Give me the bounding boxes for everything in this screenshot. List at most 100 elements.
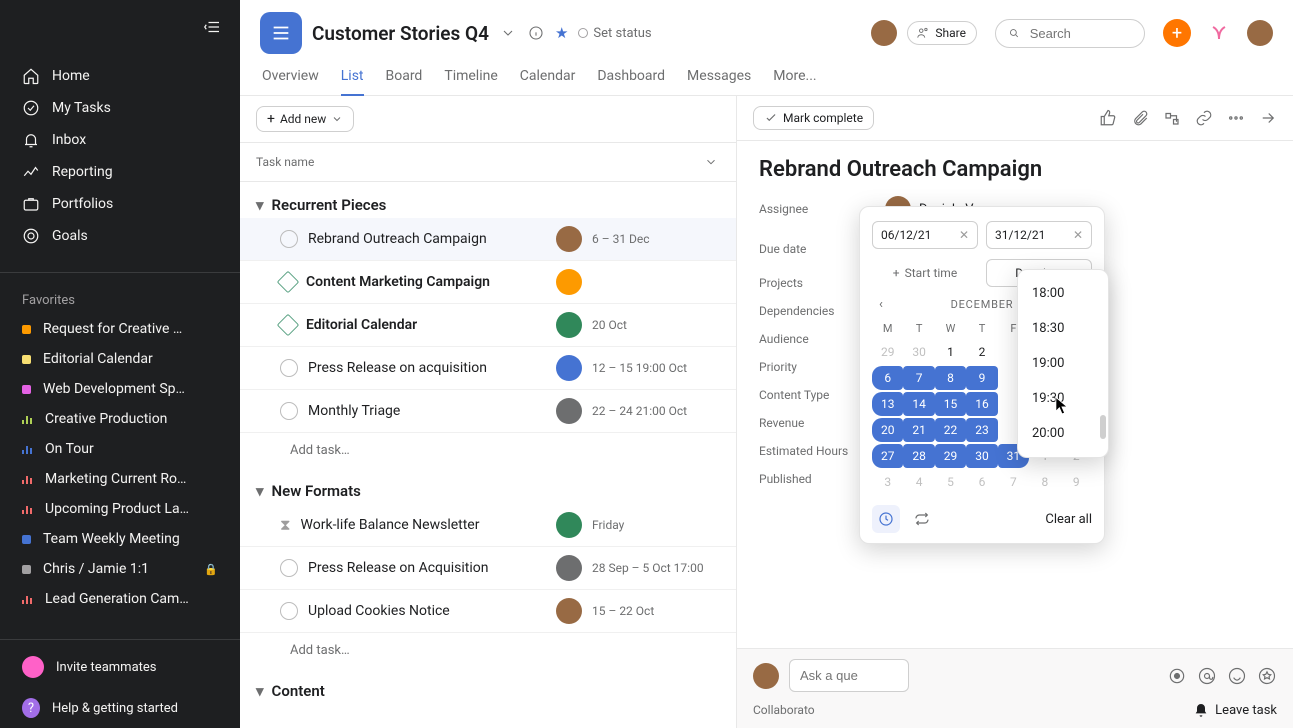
tab-list[interactable]: List [341,62,364,96]
complete-checkbox-icon[interactable] [280,402,298,420]
comment-input[interactable] [789,659,909,692]
start-date-input[interactable]: 06/12/21 ✕ [872,221,978,249]
add-task-row[interactable]: Add task… [240,633,736,668]
nav-reporting[interactable]: Reporting [0,156,240,188]
calendar-day[interactable]: 22 [935,417,966,443]
favorite-item[interactable]: Web Development Sp… [0,374,240,404]
member-avatar[interactable] [871,20,897,46]
time-option[interactable]: 19:00 [1018,346,1108,381]
tab-overview[interactable]: Overview [262,62,319,95]
more-icon[interactable] [1227,109,1245,127]
chevron-down-icon[interactable] [702,153,720,171]
help-getting-started[interactable]: ?Help & getting started [0,688,240,728]
milestone-icon[interactable] [277,314,300,337]
calendar-day[interactable]: 7 [903,365,934,391]
time-option[interactable]: 18:30 [1018,311,1108,346]
nav-inbox[interactable]: Inbox [0,124,240,156]
tab-dashboard[interactable]: Dashboard [597,62,665,95]
calendar-day[interactable]: 20 [872,417,903,443]
calendar-day[interactable]: 9 [966,365,997,391]
calendar-day[interactable]: 23 [966,417,997,443]
emoji-icon[interactable] [1227,666,1247,686]
calendar-day[interactable]: 28 [903,443,934,469]
favorite-item[interactable]: Request for Creative … [0,314,240,344]
calendar-day[interactable]: 7 [998,469,1029,495]
invite-teammates[interactable]: Invite teammates [0,646,240,688]
calendar-day[interactable]: 8 [1029,469,1060,495]
end-date-input[interactable]: 31/12/21 ✕ [986,221,1092,249]
info-icon[interactable] [527,24,545,42]
calendar-day[interactable]: 14 [903,391,934,417]
collapse-icon[interactable] [256,682,264,700]
nav-goals[interactable]: Goals [0,220,240,252]
calendar-day[interactable]: 13 [872,391,903,417]
subtask-icon[interactable] [1163,109,1181,127]
nav-mytasks[interactable]: My Tasks [0,92,240,124]
time-option[interactable]: 18:00 [1018,276,1108,311]
calendar-day[interactable]: 29 [872,339,903,365]
link-icon[interactable] [1195,109,1213,127]
share-button[interactable]: Share [907,21,977,45]
attachment-icon[interactable] [1131,109,1149,127]
sidebar-collapse-icon[interactable] [204,18,222,36]
user-avatar[interactable] [1247,20,1273,46]
zendesk-icon[interactable] [1207,21,1231,45]
task-row[interactable]: Press Release on acquisition12 – 15 19:0… [240,347,736,390]
complete-checkbox-icon[interactable] [280,559,298,577]
calendar-day[interactable]: 29 [935,443,966,469]
complete-checkbox-icon[interactable] [280,230,298,248]
task-row[interactable]: Press Release on Acquisition28 Sep – 5 O… [240,547,736,590]
prev-month-icon[interactable]: ‹ [872,297,890,312]
set-status-button[interactable]: Set status [578,26,651,41]
task-row[interactable]: Monthly Triage22 – 24 21:00 Oct [240,390,736,433]
like-icon[interactable] [1099,109,1117,127]
task-assignee-avatar[interactable] [556,598,582,624]
search-box[interactable] [995,19,1145,48]
detail-task-title[interactable]: Rebrand Outreach Campaign [759,157,1271,182]
milestone-icon[interactable] [277,271,300,294]
favorite-item[interactable]: Upcoming Product La… [0,494,240,524]
star-icon[interactable]: ★ [555,24,568,42]
task-assignee-avatar[interactable] [556,555,582,581]
time-option[interactable]: 19:30 [1018,381,1108,416]
calendar-day[interactable]: 21 [903,417,934,443]
calendar-day[interactable]: 6 [966,469,997,495]
task-row[interactable]: Upload Cookies Notice15 – 22 Oct [240,590,736,633]
start-time-button[interactable]: +Start time [872,259,978,287]
complete-checkbox-icon[interactable] [280,602,298,620]
calendar-day[interactable]: 16 [966,391,997,417]
chevron-down-icon[interactable] [499,24,517,42]
tab-more[interactable]: More... [773,62,816,95]
quick-add-button[interactable]: + [1163,19,1191,47]
collapse-icon[interactable] [256,196,264,214]
task-row[interactable]: Rebrand Outreach Campaign6 – 31 Dec [240,218,736,261]
section-header[interactable]: New Formats [240,468,736,504]
mark-complete-button[interactable]: Mark complete [753,106,874,130]
tab-messages[interactable]: Messages [687,62,751,95]
favorite-item[interactable]: Creative Production [0,404,240,434]
calendar-day[interactable]: 2 [966,339,997,365]
calendar-day[interactable]: 30 [903,339,934,365]
calendar-day[interactable]: 5 [935,469,966,495]
record-icon[interactable] [1167,666,1187,686]
section-header[interactable]: Recurrent Pieces [240,182,736,218]
repeat-icon[interactable] [908,505,936,533]
calendar-day[interactable]: 3 [872,469,903,495]
tab-board[interactable]: Board [386,62,423,95]
favorite-item[interactable]: Chris / Jamie 1:1🔒 [0,554,240,584]
add-new-button[interactable]: + Add new [256,106,354,132]
leave-task-button[interactable]: Leave task [1193,702,1277,718]
calendar-day[interactable]: 15 [935,391,966,417]
task-row[interactable]: ⧗Work-life Balance NewsletterFriday [240,504,736,547]
calendar-day[interactable]: 27 [872,443,903,469]
calendar-day[interactable]: 1 [935,339,966,365]
time-option[interactable]: 20:00 [1018,416,1108,451]
nav-portfolios[interactable]: Portfolios [0,188,240,220]
favorite-item[interactable]: Lead Generation Cam… [0,584,240,614]
appreciation-icon[interactable] [1257,666,1277,686]
favorite-item[interactable]: Marketing Current Ro… [0,464,240,494]
calendar-day[interactable]: 9 [1061,469,1092,495]
clock-icon[interactable] [872,505,900,533]
task-assignee-avatar[interactable] [556,512,582,538]
tab-timeline[interactable]: Timeline [444,62,497,95]
